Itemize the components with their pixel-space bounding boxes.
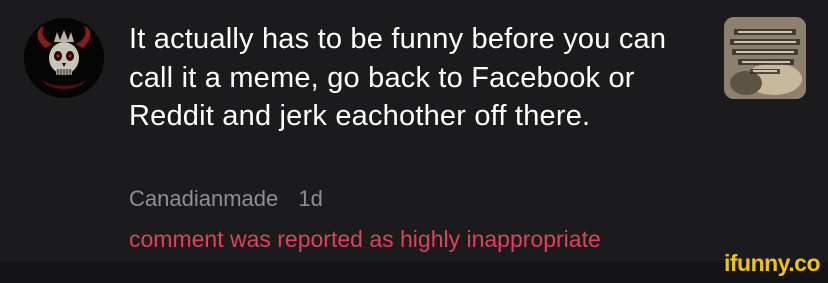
user-avatar[interactable] <box>24 18 104 98</box>
timestamp: 1d <box>298 186 323 211</box>
report-notice: comment was reported as highly inappropr… <box>129 226 601 252</box>
username-link[interactable]: Canadianmade <box>129 186 278 211</box>
footer-strip <box>0 262 828 283</box>
meme-thumbnail[interactable] <box>724 17 806 99</box>
ifunny-watermark: ifunny.co <box>723 250 821 276</box>
comment-meta: Canadianmade 1d <box>129 186 323 212</box>
comment-body: It actually has to be funny before you c… <box>129 20 704 136</box>
screenshot-canvas: It actually has to be funny before you c… <box>0 0 828 283</box>
meme-thumbnail-image <box>724 17 806 99</box>
comment-card: It actually has to be funny before you c… <box>0 0 828 262</box>
horned-skull-avatar-icon <box>24 18 104 98</box>
comment-text: It actually has to be funny before you c… <box>129 23 667 132</box>
